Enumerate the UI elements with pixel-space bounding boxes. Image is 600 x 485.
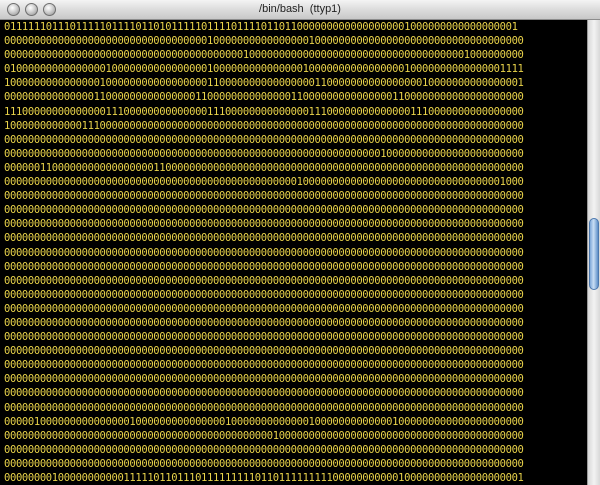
terminal-line: 0000000000000000000000000000000000000000… — [4, 288, 524, 301]
terminal-line: 0000000000000000000000000000000000000000… — [4, 401, 524, 414]
terminal-line: 0000000000000000000000000000000000000000… — [4, 218, 524, 231]
terminal-line: 0111111011101111101111011010111110111101… — [4, 21, 518, 33]
terminal-line: 0000010000000000000001000000000000000100… — [4, 415, 524, 428]
terminal-line: 0000000000000000000000000000000000000000… — [4, 204, 524, 217]
terminal-line: 0000000000000000000000000000000000000000… — [4, 302, 524, 315]
terminal-line: 0000000000000000000000000000000000000000… — [4, 457, 524, 470]
terminal-line: 0000000000000000000000000000000000000000… — [4, 345, 524, 358]
terminal-line: 0000000000000000000000000000000000000000… — [4, 316, 524, 329]
terminal-line: 0000000000000000000000000000000000000000… — [4, 359, 524, 372]
terminal-line: 0000000000000000000000000000000000000000… — [4, 429, 524, 442]
terminal-window: /bin/bash (ttyp1) 0111111011101111101111… — [0, 0, 600, 485]
terminal-line: 0000000000000000000000000000000000000000… — [4, 190, 524, 203]
terminal-line: 0000000000000000000000000000000000100000… — [4, 35, 524, 48]
terminal-line: 0000000000000000000000000000000000000000… — [4, 176, 524, 189]
terminal-output: 0111111011101111101111011010111110111101… — [0, 20, 587, 485]
terminal-line: 0000001100000000000000000110000000000000… — [4, 161, 524, 174]
terminal-line: 0000000000000000000000000000000000000000… — [4, 246, 524, 259]
terminal-line: 0000000000000000000000000000000000000000… — [4, 274, 524, 287]
terminal-line: 1110000000000000011100000000000000111000… — [4, 105, 524, 118]
terminal-line: 1000000000000000100000000000000000110000… — [4, 77, 524, 90]
terminal-line: 0000000000000000000000000000000000000000… — [4, 331, 524, 344]
window-title: /bin/bash (ttyp1) — [259, 3, 341, 15]
terminal-line: 0000000000000001100000000000000011000000… — [4, 91, 524, 104]
terminal-line: 0000000000000000000000000000000000000000… — [4, 443, 524, 456]
terminal-line: 0000000000000000000000000000000000000000… — [4, 147, 524, 160]
scrollbar-thumb[interactable] — [589, 218, 599, 290]
title-bar[interactable]: /bin/bash (ttyp1) — [0, 0, 600, 20]
terminal-line: 0000000000000000000000000000000000000000… — [4, 133, 524, 146]
terminal-line: 0000000000000000000000000000000000000000… — [4, 232, 524, 245]
terminal-line: 1000000000000111000000000000000000000000… — [4, 119, 524, 132]
terminal-line: 0000000000000000000000000000000000000000… — [4, 49, 524, 62]
terminal-line: 0000000000000000000000000000000000000000… — [4, 387, 524, 400]
terminal-line: 0000000000000000000000000000000000000000… — [4, 373, 524, 386]
vertical-scrollbar[interactable] — [587, 20, 600, 485]
terminal-line: 0000000000000000000000000000000000000000… — [4, 260, 524, 273]
terminal-line: 0100000000000000010000000000000000100000… — [4, 63, 524, 76]
terminal-content[interactable]: 0111111011101111101111011010111110111101… — [0, 20, 587, 485]
terminal-line: 0000000010000000000011111011011101111111… — [4, 472, 524, 484]
